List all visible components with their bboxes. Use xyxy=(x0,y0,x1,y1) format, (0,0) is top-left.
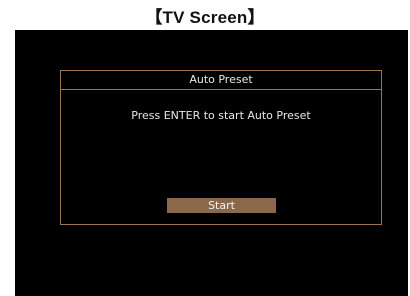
tv-screen: Auto Preset Press ENTER to start Auto Pr… xyxy=(15,30,408,296)
start-button[interactable]: Start xyxy=(167,198,276,213)
dialog-message: Press ENTER to start Auto Preset xyxy=(131,109,311,122)
auto-preset-dialog: Auto Preset Press ENTER to start Auto Pr… xyxy=(60,70,382,225)
tv-screen-caption: 【TV Screen】 xyxy=(145,8,265,27)
dialog-title: Auto Preset xyxy=(61,71,381,90)
